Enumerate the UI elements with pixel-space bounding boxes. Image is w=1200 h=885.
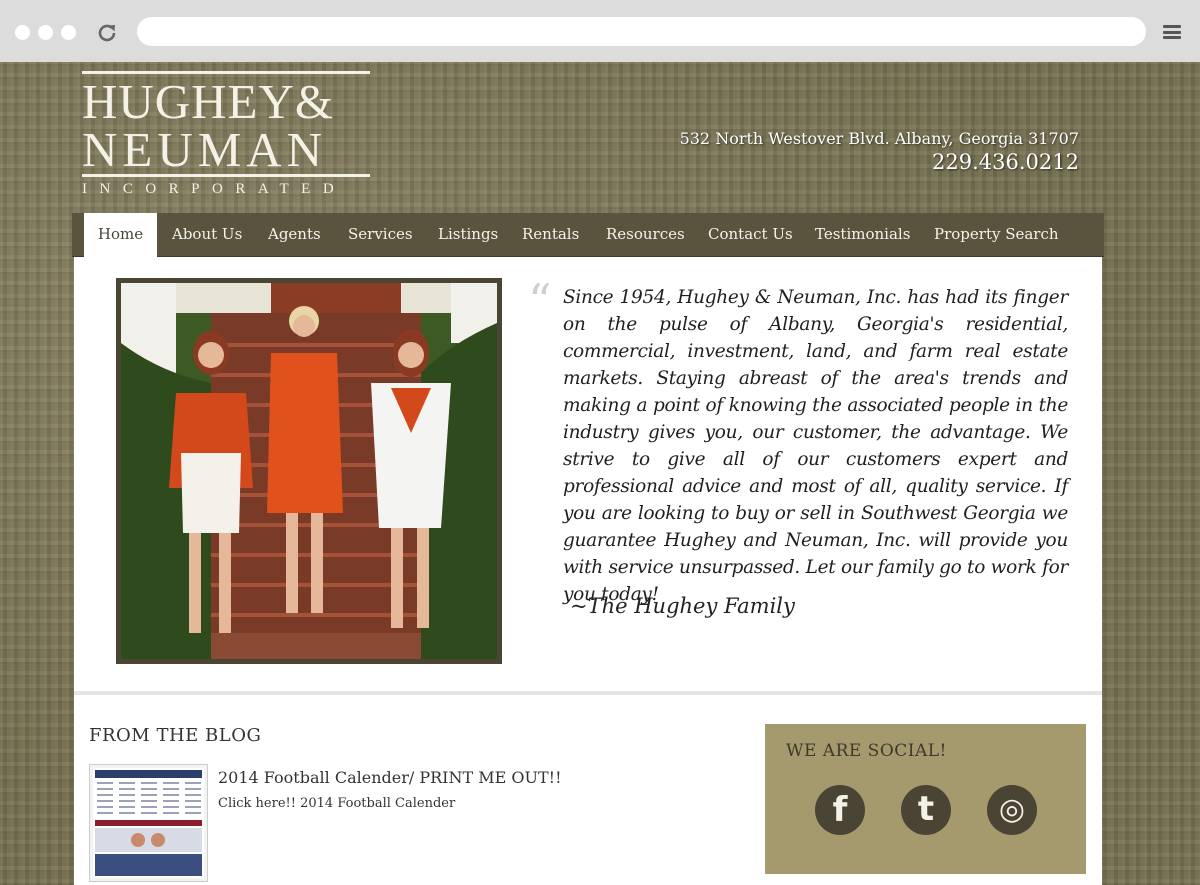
calendar-thumbnail-illustration bbox=[93, 768, 204, 878]
logo-subtitle: INCORPORATED bbox=[82, 181, 347, 197]
facebook-icon[interactable]: f bbox=[815, 785, 865, 835]
main-nav: Home About Us Agents Services Listings R… bbox=[72, 213, 1104, 258]
blog-post-link[interactable]: Click here!! 2014 Football Calender bbox=[218, 796, 455, 811]
window-dot-icon[interactable] bbox=[38, 25, 53, 40]
nav-item-about-us[interactable]: About Us bbox=[172, 213, 242, 257]
blog-post-thumbnail[interactable] bbox=[89, 764, 208, 882]
blog-heading: FROM THE BLOG bbox=[89, 725, 262, 746]
twitter-icon[interactable]: t bbox=[901, 785, 951, 835]
reload-icon[interactable] bbox=[95, 21, 119, 45]
social-box: WE ARE SOCIAL! f t ◎ bbox=[765, 724, 1086, 874]
quote-signature: ~The Hughey Family bbox=[570, 594, 795, 618]
browser-chrome bbox=[0, 0, 1200, 62]
page: HUGHEY& NEUMAN INCORPORATED 532 North We… bbox=[0, 62, 1200, 885]
window-dot-icon[interactable] bbox=[61, 25, 76, 40]
header-address: 532 North Westover Blvd. Albany, Georgia… bbox=[679, 129, 1079, 148]
intro-quote: Since 1954, Hughey & Neuman, Inc. has ha… bbox=[563, 287, 1068, 605]
nav-item-home[interactable]: Home bbox=[84, 213, 157, 258]
nav-item-services[interactable]: Services bbox=[348, 213, 413, 257]
logo-rule bbox=[82, 174, 370, 177]
section-divider bbox=[74, 691, 1102, 695]
family-photo-illustration bbox=[121, 283, 497, 659]
instagram-icon[interactable]: ◎ bbox=[987, 785, 1037, 835]
quote-mark: “ bbox=[528, 274, 552, 328]
nav-item-contact-us[interactable]: Contact Us bbox=[708, 213, 793, 257]
window-dot-icon[interactable] bbox=[15, 25, 30, 40]
nav-item-property-search[interactable]: Property Search bbox=[934, 213, 1059, 257]
family-photo bbox=[116, 278, 502, 664]
logo-line-2: NEUMAN bbox=[82, 122, 328, 177]
header-phone[interactable]: 229.436.0212 bbox=[932, 150, 1079, 174]
address-bar[interactable] bbox=[137, 17, 1146, 46]
site-logo[interactable]: HUGHEY& NEUMAN INCORPORATED bbox=[82, 71, 370, 197]
blog-post-title[interactable]: 2014 Football Calender/ PRINT ME OUT!! bbox=[218, 768, 562, 787]
nav-item-rentals[interactable]: Rentals bbox=[522, 213, 579, 257]
logo-line-1: HUGHEY& bbox=[82, 74, 334, 129]
nav-item-testimonials[interactable]: Testimonials bbox=[815, 213, 910, 257]
nav-item-resources[interactable]: Resources bbox=[606, 213, 685, 257]
nav-item-listings[interactable]: Listings bbox=[438, 213, 498, 257]
hamburger-menu-icon[interactable] bbox=[1163, 25, 1181, 39]
nav-item-agents[interactable]: Agents bbox=[268, 213, 321, 257]
social-heading: WE ARE SOCIAL! bbox=[786, 741, 947, 761]
